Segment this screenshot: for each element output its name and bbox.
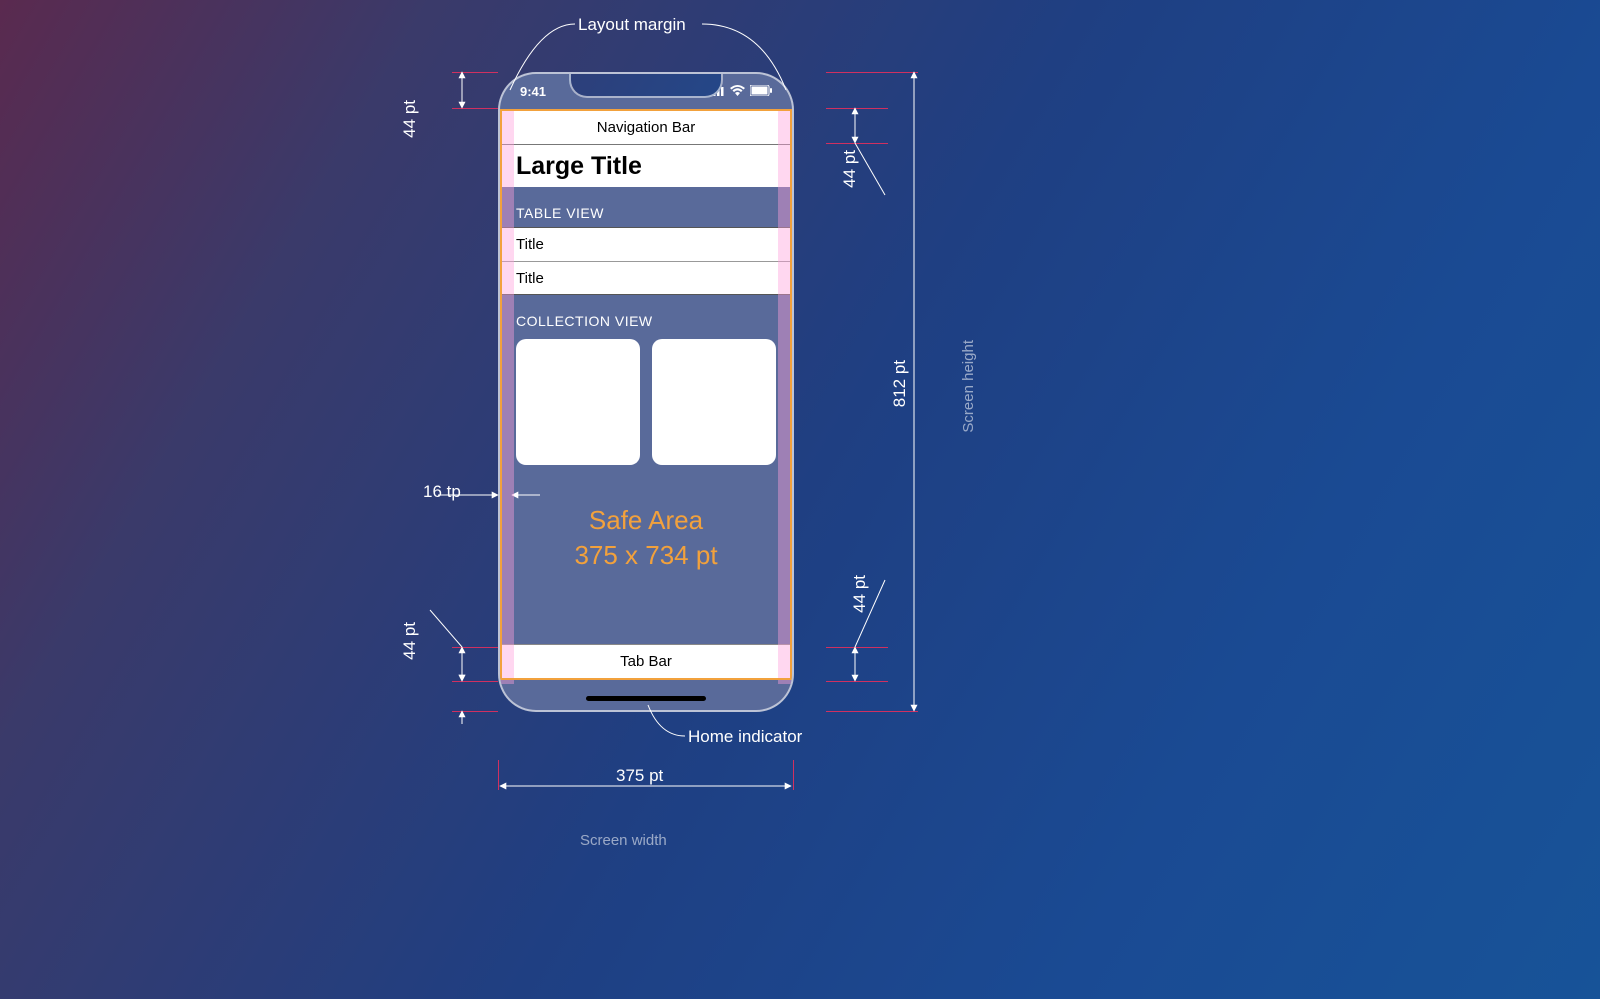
tick — [826, 108, 888, 109]
tick — [452, 711, 498, 712]
label-screen-width: Screen width — [580, 832, 667, 849]
phone-content: Navigation Bar Large Title TABLE VIEW Ti… — [502, 111, 790, 678]
collection-card — [516, 339, 640, 465]
layout-margin-right — [778, 109, 792, 684]
label-layout-margin: Layout margin — [578, 15, 686, 35]
table-view: Title Title — [502, 227, 790, 295]
label-tabbar-44-right: 44 pt — [850, 575, 870, 613]
notch — [569, 72, 723, 98]
collection-view-header: COLLECTION VIEW — [502, 295, 790, 335]
tick — [826, 72, 918, 73]
large-title-text: Large Title — [516, 152, 642, 181]
collection-view — [502, 335, 790, 465]
tick — [826, 143, 888, 144]
label-home-indicator: Home indicator — [688, 727, 802, 747]
label-tabbar-44-left: 44 pt — [400, 622, 420, 660]
home-indicator-bar — [586, 696, 706, 701]
safe-area-dims: 375 x 734 pt — [502, 540, 790, 571]
large-title: Large Title — [502, 145, 790, 187]
battery-icon — [750, 84, 772, 99]
layout-margin-left — [500, 109, 514, 684]
tick — [826, 681, 888, 682]
tick — [452, 72, 498, 73]
phone-frame: 9:41 Navigation Bar Large Title TABLE VI… — [498, 72, 794, 712]
row-label: Title — [516, 236, 544, 253]
wifi-icon — [730, 84, 745, 99]
tick — [498, 760, 499, 790]
label-screen-width-val: 375 pt — [616, 766, 663, 786]
tick — [793, 760, 794, 790]
table-view-header: TABLE VIEW — [502, 187, 790, 227]
table-row: Title — [502, 261, 790, 294]
tick — [826, 647, 888, 648]
table-row: Title — [502, 228, 790, 261]
label-margin-16: 16 tp — [423, 482, 461, 502]
status-time: 9:41 — [520, 84, 546, 99]
navigation-bar: Navigation Bar — [502, 111, 790, 145]
tab-bar: Tab Bar — [502, 644, 790, 678]
collection-card — [652, 339, 776, 465]
label-screen-height: Screen height — [960, 340, 977, 433]
tick — [452, 108, 498, 109]
safe-area-label: Safe Area 375 x 734 pt — [502, 505, 790, 571]
tick — [826, 711, 918, 712]
label-statusbar-44: 44 pt — [400, 100, 420, 138]
navigation-bar-label: Navigation Bar — [597, 119, 695, 136]
annotation-lines — [0, 0, 1600, 999]
label-navbar-44: 44 pt — [840, 150, 860, 188]
safe-area-title: Safe Area — [502, 505, 790, 536]
label-screen-height-val: 812 pt — [890, 360, 910, 407]
tick — [452, 681, 498, 682]
tick — [452, 647, 498, 648]
row-label: Title — [516, 270, 544, 287]
tab-bar-label: Tab Bar — [620, 653, 672, 670]
